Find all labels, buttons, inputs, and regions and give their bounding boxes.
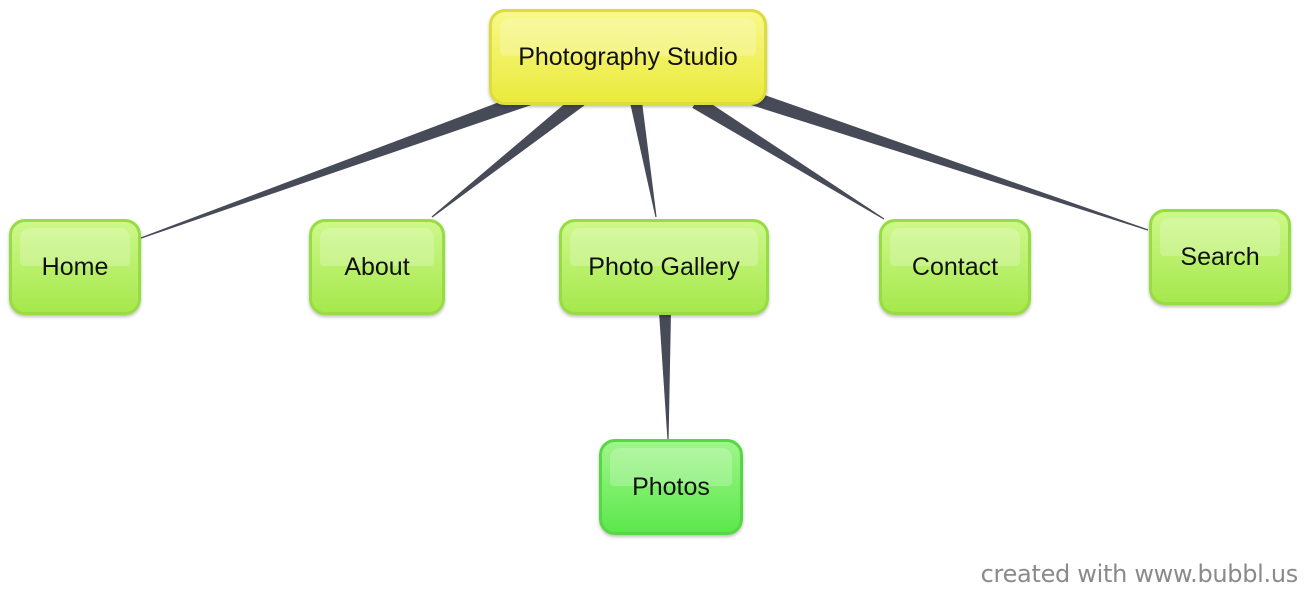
- node-home[interactable]: Home: [9, 219, 141, 315]
- node-label: Home: [41, 252, 109, 281]
- connector-gallery-photos: [659, 311, 671, 439]
- node-label: Photo Gallery: [588, 252, 740, 281]
- connector-root-home: [140, 91, 533, 239]
- node-photos[interactable]: Photos: [599, 439, 743, 535]
- node-about[interactable]: About: [309, 219, 445, 315]
- node-label: Contact: [911, 252, 999, 281]
- connector-root-search: [749, 91, 1149, 231]
- root-node-photography-studio[interactable]: Photography Studio: [489, 9, 767, 105]
- connector-root-gallery: [630, 101, 657, 218]
- node-label: Search: [1180, 242, 1260, 271]
- node-label: Photos: [632, 472, 710, 501]
- bubblus-credit: created with www.bubbl.us: [980, 560, 1299, 588]
- node-search[interactable]: Search: [1149, 209, 1291, 305]
- node-contact[interactable]: Contact: [879, 219, 1031, 315]
- node-label: Photography Studio: [518, 42, 738, 71]
- node-photo-gallery[interactable]: Photo Gallery: [559, 219, 769, 315]
- node-label: About: [344, 252, 410, 281]
